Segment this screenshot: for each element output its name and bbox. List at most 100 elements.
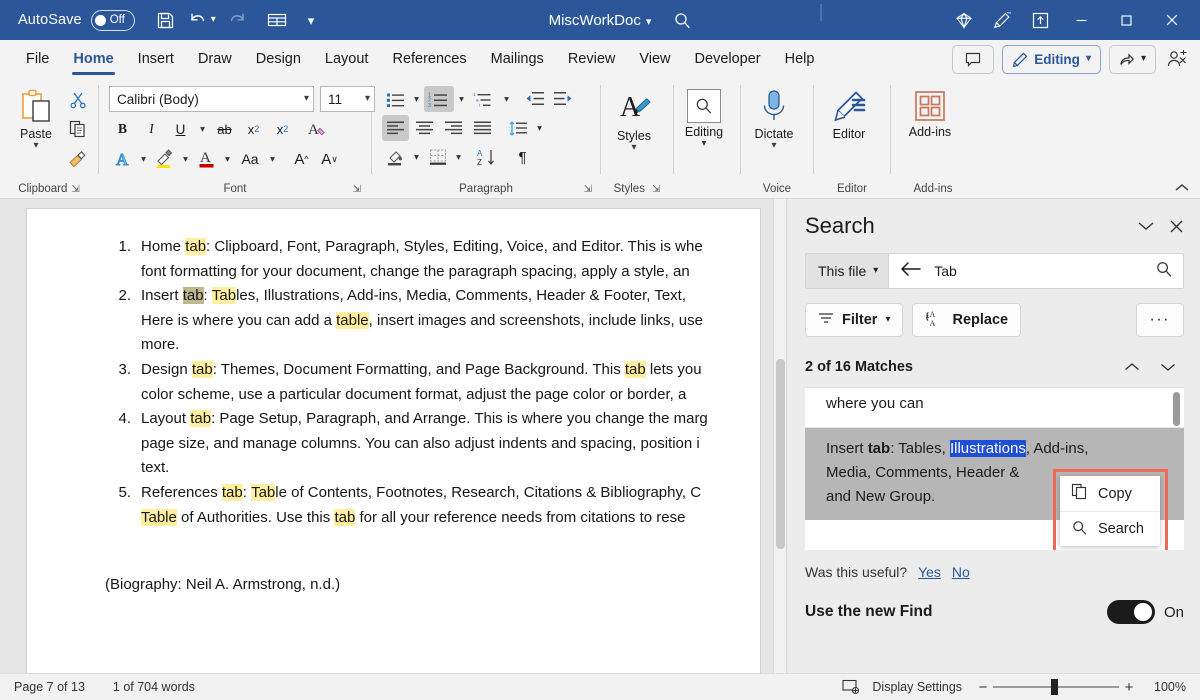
pen-highlight-icon[interactable] — [983, 3, 1021, 37]
search-input[interactable]: Tab — [888, 253, 1184, 289]
search-result-item[interactable]: Styles, Editing, Voice, and Editor. This… — [805, 387, 1184, 428]
chevron-down-icon[interactable] — [1137, 220, 1155, 232]
numbering-dropdown-icon[interactable]: ▾ — [455, 94, 468, 105]
comments-button[interactable] — [952, 45, 994, 74]
tab-review[interactable]: Review — [556, 40, 628, 79]
text-effects-icon[interactable]: A — [109, 146, 136, 172]
replace-button[interactable]: A A Replace — [912, 303, 1021, 337]
italic-button[interactable]: I — [138, 116, 165, 142]
editor-button[interactable]: Editor — [814, 86, 884, 141]
back-arrow-icon[interactable] — [900, 261, 922, 282]
format-painter-icon[interactable] — [64, 145, 91, 171]
clear-formatting-icon[interactable]: A — [304, 116, 331, 142]
display-settings-icon[interactable] — [842, 679, 861, 695]
context-menu-item-search[interactable]: Search — [1060, 511, 1160, 546]
context-menu-item-copy[interactable]: Copy — [1060, 476, 1160, 511]
tab-developer[interactable]: Developer — [683, 40, 773, 79]
new-find-toggle[interactable] — [1107, 600, 1155, 624]
previous-match-button[interactable] — [1116, 354, 1148, 379]
zoom-thumb[interactable] — [1051, 679, 1058, 695]
feedback-yes-link[interactable]: Yes — [918, 564, 941, 580]
styles-button[interactable]: A Styles ▾ — [601, 86, 667, 153]
page-indicator[interactable]: Page 7 of 13 — [14, 680, 85, 694]
shading-dropdown-icon[interactable]: ▾ — [410, 152, 423, 163]
chevron-down-icon[interactable]: ▾ — [365, 94, 370, 104]
tab-insert[interactable]: Insert — [126, 40, 186, 79]
align-center-icon[interactable] — [411, 115, 438, 141]
diamond-icon[interactable] — [945, 3, 983, 37]
search-scope-dropdown[interactable]: This file ▾ — [805, 253, 888, 289]
strikethrough-button[interactable]: ab — [211, 116, 238, 142]
font-name-combo[interactable]: Calibri (Body) ▾ — [109, 86, 314, 112]
minimize-button[interactable] — [1059, 0, 1104, 40]
tab-help[interactable]: Help — [773, 40, 827, 79]
undo-icon[interactable] — [185, 3, 211, 37]
superscript-button[interactable]: x2 — [269, 116, 296, 142]
cut-icon[interactable] — [64, 87, 91, 113]
text-highlight-icon[interactable] — [151, 146, 178, 172]
bullets-icon[interactable] — [382, 86, 409, 112]
multilevel-list-icon[interactable]: 1 a i — [469, 86, 499, 112]
dictate-dropdown-icon[interactable]: ▾ — [771, 141, 776, 151]
paste-button[interactable]: Paste ▾ — [10, 86, 62, 151]
share-button[interactable]: ▾ — [1109, 45, 1156, 74]
results-scrollbar-thumb[interactable] — [1173, 392, 1180, 426]
underline-dropdown-icon[interactable]: ▾ — [196, 124, 209, 135]
tab-draw[interactable]: Draw — [186, 40, 244, 79]
copy-icon[interactable] — [64, 116, 91, 142]
document-title-dropdown-icon[interactable]: ▾ — [646, 16, 652, 28]
customize-qat-icon[interactable]: ▾ — [308, 14, 315, 27]
save-icon[interactable] — [147, 3, 185, 37]
tab-design[interactable]: Design — [244, 40, 313, 79]
increase-indent-icon[interactable] — [549, 86, 576, 112]
styles-dropdown-icon[interactable]: ▾ — [631, 143, 636, 153]
undo-dropdown-icon[interactable]: ▾ — [211, 15, 216, 25]
zoom-out-button[interactable]: − — [973, 679, 993, 696]
text-effects-dropdown-icon[interactable]: ▾ — [137, 154, 150, 165]
line-spacing-icon[interactable] — [504, 115, 531, 141]
search-icon[interactable] — [668, 8, 696, 32]
bullets-dropdown-icon[interactable]: ▾ — [410, 94, 423, 105]
zoom-level[interactable]: 100% — [1154, 680, 1186, 694]
align-right-icon[interactable] — [440, 115, 467, 141]
search-icon[interactable] — [1155, 260, 1173, 283]
document-scrollbar[interactable] — [773, 199, 786, 673]
more-options-button[interactable]: ··· — [1136, 303, 1184, 337]
next-match-button[interactable] — [1152, 354, 1184, 379]
document-title-text[interactable]: MiscWorkDoc — [549, 12, 641, 29]
close-icon[interactable] — [1169, 219, 1184, 234]
chevron-down-icon[interactable]: ▾ — [304, 94, 309, 104]
display-settings-label[interactable]: Display Settings — [872, 680, 962, 694]
subscript-button[interactable]: x2 — [240, 116, 267, 142]
bold-button[interactable]: B — [109, 116, 136, 142]
zoom-in-button[interactable]: + — [1119, 679, 1139, 696]
tab-layout[interactable]: Layout — [313, 40, 381, 79]
share-people-icon[interactable] — [1166, 49, 1188, 69]
zoom-track[interactable] — [993, 686, 1119, 688]
justify-icon[interactable] — [469, 115, 496, 141]
chevron-down-icon[interactable]: ▾ — [885, 315, 890, 325]
change-case-dropdown-icon[interactable]: ▾ — [266, 154, 279, 165]
paragraph-dialog-launcher[interactable]: ⇲ — [584, 180, 592, 199]
table-icon[interactable] — [258, 3, 296, 37]
show-formatting-marks-icon[interactable]: ¶ — [509, 144, 536, 170]
grow-font-icon[interactable]: A^ — [288, 146, 315, 172]
chevron-down-icon[interactable]: ▾ — [1086, 54, 1091, 64]
chevron-down-icon[interactable]: ▾ — [873, 266, 878, 276]
share-upload-icon[interactable] — [1021, 3, 1059, 37]
editing-button[interactable]: Editing ▾ — [674, 86, 734, 149]
tab-view[interactable]: View — [627, 40, 682, 79]
multilevel-dropdown-icon[interactable]: ▾ — [500, 94, 513, 105]
document-scrollbar-thumb[interactable] — [776, 359, 785, 549]
document-page[interactable]: 1. Home tab: Clipboard, Font, Paragraph,… — [27, 209, 760, 673]
tab-references[interactable]: References — [380, 40, 478, 79]
word-count[interactable]: 1 of 704 words — [113, 680, 195, 694]
sort-icon[interactable]: A Z — [472, 144, 502, 170]
zoom-slider[interactable]: − + — [973, 679, 1139, 696]
maximize-button[interactable] — [1104, 0, 1149, 40]
decrease-indent-icon[interactable] — [521, 86, 548, 112]
editing-dropdown-icon[interactable]: ▾ — [701, 139, 706, 149]
change-case-icon[interactable]: Aa — [235, 146, 265, 172]
borders-dropdown-icon[interactable]: ▾ — [452, 152, 465, 163]
clipboard-dialog-launcher[interactable]: ⇲ — [71, 180, 79, 199]
